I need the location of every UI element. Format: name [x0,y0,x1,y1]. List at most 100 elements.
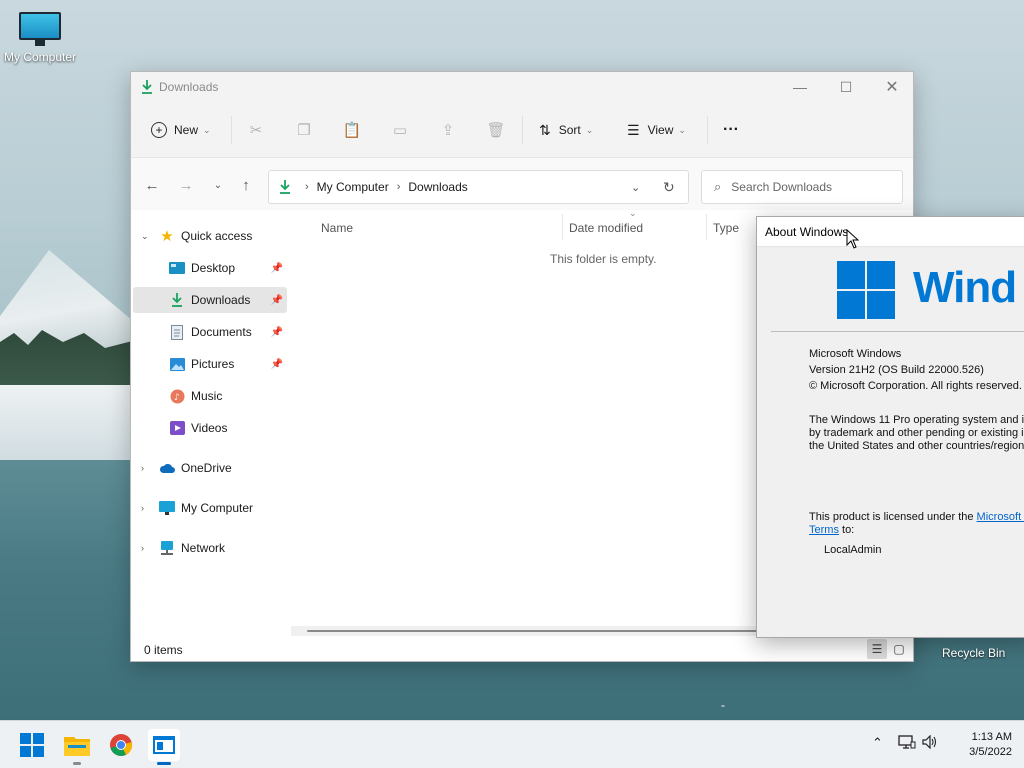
close-button[interactable]: ✕ [869,72,915,102]
system-clock[interactable]: 1:13 AM 3/5/2022 [950,730,1012,760]
breadcrumb-downloads[interactable]: Downloads [408,180,467,194]
nav-my-computer[interactable]: › My Computer [133,495,287,521]
nav-label: Downloads [191,293,251,307]
expand-chevron-icon: ⌄ [141,230,149,241]
column-label: Date modified [569,221,644,235]
description-line: by trademark and other pending or existi… [809,427,1024,439]
refresh-icon[interactable]: ↻ [663,179,675,196]
network-icon [159,540,175,556]
item-count: 0 items [144,643,183,657]
pin-icon[interactable]: 📌 [271,263,283,274]
search-box[interactable]: ⌕ Search Downloads [701,170,903,204]
nav-item-music[interactable]: ♪ Music [133,383,287,409]
chevron-down-icon: ⌄ [678,124,686,135]
nav-label: Videos [191,421,228,435]
taskbar-about-windows[interactable] [148,729,180,765]
plus-circle-icon: + [151,122,167,138]
nav-item-videos[interactable]: Videos [133,415,287,441]
nav-item-documents[interactable]: Documents 📌 [133,319,287,345]
download-arrow-icon [141,80,153,97]
address-history-chevron-icon[interactable]: ⌄ [631,181,640,194]
details-view-icon[interactable]: ☰ [867,639,887,659]
maximize-button[interactable]: ☐ [823,72,869,102]
expand-chevron-icon: › [141,463,144,473]
copyright-text: © Microsoft Corporation. All rights rese… [809,380,1022,392]
column-header-name[interactable]: Name [321,216,353,240]
copy-icon[interactable]: ❐ [293,119,315,141]
clock-time: 1:13 AM [971,731,1012,743]
more-options-button[interactable]: ··· [723,116,739,144]
pin-icon[interactable]: 📌 [271,327,283,338]
start-button[interactable] [16,729,48,761]
forward-arrow-icon[interactable]: → [175,174,197,196]
nav-label: Music [191,389,223,403]
license-terms-link[interactable]: Microsoft S [977,511,1024,523]
dialog-divider [771,331,1024,332]
new-button[interactable]: + New ⌄ [151,116,211,144]
dialog-title-bar[interactable]: About Windows [757,217,1024,247]
taskbar-file-explorer[interactable] [61,729,93,765]
nav-label: Network [181,541,226,555]
up-arrow-icon[interactable]: ↑ [235,174,257,196]
sort-button[interactable]: ⇅ Sort ⌄ [539,116,593,144]
column-label: Type [713,221,740,235]
nav-item-pictures[interactable]: Pictures 📌 [133,351,287,377]
taskbar-chrome[interactable] [105,729,137,761]
network-status-icon[interactable] [898,735,916,753]
license-prefix: This product is licensed under the [809,511,977,523]
status-bar: 0 items ☰ ▢ [131,637,913,661]
column-divider[interactable] [562,214,563,240]
toolbar-divider [707,116,708,144]
desktop-icon-recycle-bin[interactable]: Recycle Bin [942,646,1005,660]
minimize-button[interactable]: — [777,72,823,102]
breadcrumb-my-computer[interactable]: My Computer [317,180,389,194]
version-text: Version 21H2 (OS Build 22000.526) [809,364,984,376]
windows-logo-icon [837,261,895,322]
wallpaper-snow [0,385,140,465]
download-arrow-icon [169,292,185,308]
desktop-icon [169,260,185,276]
back-arrow-icon[interactable]: ← [141,174,163,196]
column-header-type[interactable]: Type [713,216,739,240]
folder-icon [64,737,90,756]
view-button[interactable]: ☰ View ⌄ [627,116,686,144]
nav-label: OneDrive [181,461,232,475]
desktop-icon-label: My Computer [3,50,77,64]
toolbar-divider [522,116,523,144]
license-line-2: Terms to: [809,524,854,536]
taskbar: ⌃ 1:13 AM 3/5/2022 [0,720,1024,768]
scrollbar-thumb[interactable] [307,630,767,632]
desktop-icon-my-computer[interactable]: My Computer [0,12,80,64]
column-divider[interactable] [706,214,707,240]
search-placeholder: Search Downloads [731,180,833,194]
breadcrumb-separator-icon: › [396,181,401,193]
nav-quick-access[interactable]: ⌄ ★ Quick access [133,223,287,249]
delete-icon[interactable]: 🗑 [485,119,507,141]
nav-item-desktop[interactable]: Desktop 📌 [133,255,287,281]
sort-button-label: Sort [558,123,581,137]
running-indicator [73,762,81,765]
pin-icon[interactable]: 📌 [271,359,283,370]
pin-icon[interactable]: 📌 [271,295,283,306]
nav-item-downloads[interactable]: Downloads 📌 [133,287,287,313]
column-header-date-modified[interactable]: Date modified [569,216,643,240]
breadcrumb-separator-icon: › [305,181,309,193]
paste-icon[interactable]: 📋 [341,119,363,141]
cut-icon[interactable]: ✂ [245,119,267,141]
rename-icon[interactable]: ▭ [389,119,411,141]
chrome-icon [110,734,133,756]
window-title: Downloads [159,80,219,94]
large-icons-view-icon[interactable]: ▢ [889,639,909,659]
recent-locations-chevron-icon[interactable]: ⌄ [207,174,229,196]
license-terms-link-cont[interactable]: Terms [809,524,839,536]
share-icon[interactable]: ⇪ [437,119,459,141]
command-bar: + New ⌄ ✂ ❐ 📋 ▭ ⇪ 🗑 ⇅ Sort ⌄ ☰ View ⌄ ··… [131,102,913,158]
nav-network[interactable]: › Network [133,535,287,561]
address-bar[interactable]: › My Computer › Downloads ⌄ ↻ [268,170,689,204]
sort-indicator-icon: ⌄ [629,208,637,218]
volume-icon[interactable] [922,734,938,752]
nav-onedrive[interactable]: › OneDrive [133,455,287,481]
view-button-label: View [647,123,674,137]
show-hidden-icons-chevron-icon[interactable]: ⌃ [872,735,883,751]
title-bar[interactable]: Downloads — ☐ ✕ [131,72,913,102]
